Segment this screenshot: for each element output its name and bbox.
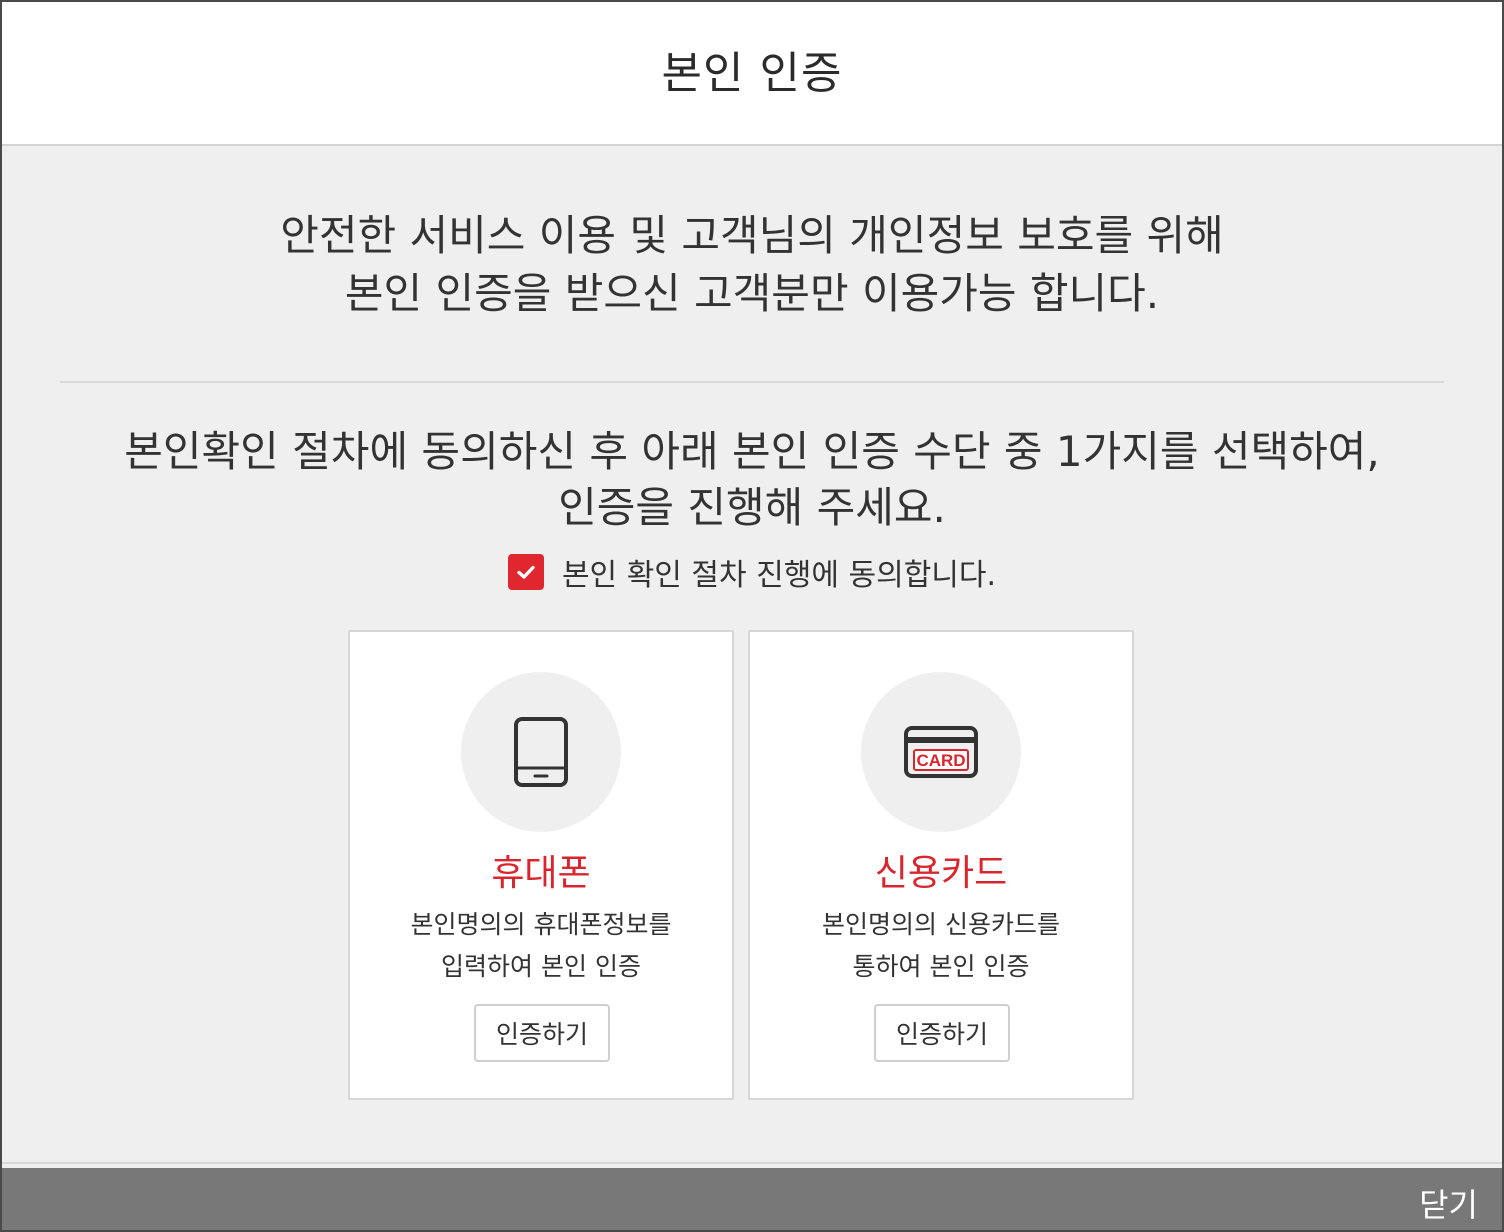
verify-phone-button[interactable]: 인증하기 xyxy=(474,1004,610,1062)
verify-credit-card-button[interactable]: 인증하기 xyxy=(874,1004,1010,1062)
footer-bar: 닫기 xyxy=(2,1168,1502,1230)
identity-verification-window: 본인 인증 안전한 서비스 이용 및 고객님의 개인정보 보호를 위해 본인 인… xyxy=(0,0,1504,1232)
mobile-phone-icon xyxy=(514,717,568,787)
method-card-credit-card: CARD 신용카드 본인명의의 신용카드를 통하여 본인 인증 인증하기 xyxy=(748,630,1134,1100)
method-title: 휴대폰 xyxy=(491,853,591,894)
header: 본인 인증 xyxy=(2,2,1502,146)
intro-message: 안전한 서비스 이용 및 고객님의 개인정보 보호를 위해 본인 인증을 받으신… xyxy=(2,207,1502,323)
method-description: 본인명의의 휴대폰정보를 입력하여 본인 인증 xyxy=(350,904,732,988)
instruction-line-1: 본인확인 절차에 동의하신 후 아래 본인 인증 수단 중 1가지를 선택하여, xyxy=(124,427,1380,476)
close-button[interactable]: 닫기 xyxy=(1419,1180,1478,1226)
instruction-message: 본인확인 절차에 동의하신 후 아래 본인 인증 수단 중 1가지를 선택하여,… xyxy=(2,424,1502,536)
page-title: 본인 인증 xyxy=(661,48,843,99)
intro-line-1: 안전한 서비스 이용 및 고객님의 개인정보 보호를 위해 xyxy=(280,211,1224,260)
agree-checkbox[interactable] xyxy=(507,554,544,590)
agreement-row: 본인 확인 절차 진행에 동의합니다. xyxy=(2,550,1502,594)
credit-card-icon: CARD xyxy=(904,726,978,778)
checkmark-icon xyxy=(517,565,535,579)
footer-divider xyxy=(2,1162,1502,1164)
method-title: 신용카드 xyxy=(874,853,1008,894)
method-description: 본인명의의 신용카드를 통하여 본인 인증 xyxy=(750,904,1132,988)
method-card-phone: 휴대폰 본인명의의 휴대폰정보를 입력하여 본인 인증 인증하기 xyxy=(348,630,734,1100)
method-desc-line-1: 본인명의의 휴대폰정보를 xyxy=(410,910,672,939)
method-desc-line-1: 본인명의의 신용카드를 xyxy=(822,910,1060,939)
card-icon-text: CARD xyxy=(916,751,965,770)
intro-line-2: 본인 인증을 받으신 고객분만 이용가능 합니다. xyxy=(344,269,1160,318)
agree-label[interactable]: 본인 확인 절차 진행에 동의합니다. xyxy=(562,550,996,594)
method-desc-line-2: 통하여 본인 인증 xyxy=(852,952,1030,981)
method-desc-line-2: 입력하여 본인 인증 xyxy=(441,952,641,981)
card-icon-circle: CARD xyxy=(861,672,1021,832)
instruction-line-2: 인증을 진행해 주세요. xyxy=(558,483,946,532)
divider xyxy=(60,381,1444,383)
phone-icon-circle xyxy=(461,672,621,832)
